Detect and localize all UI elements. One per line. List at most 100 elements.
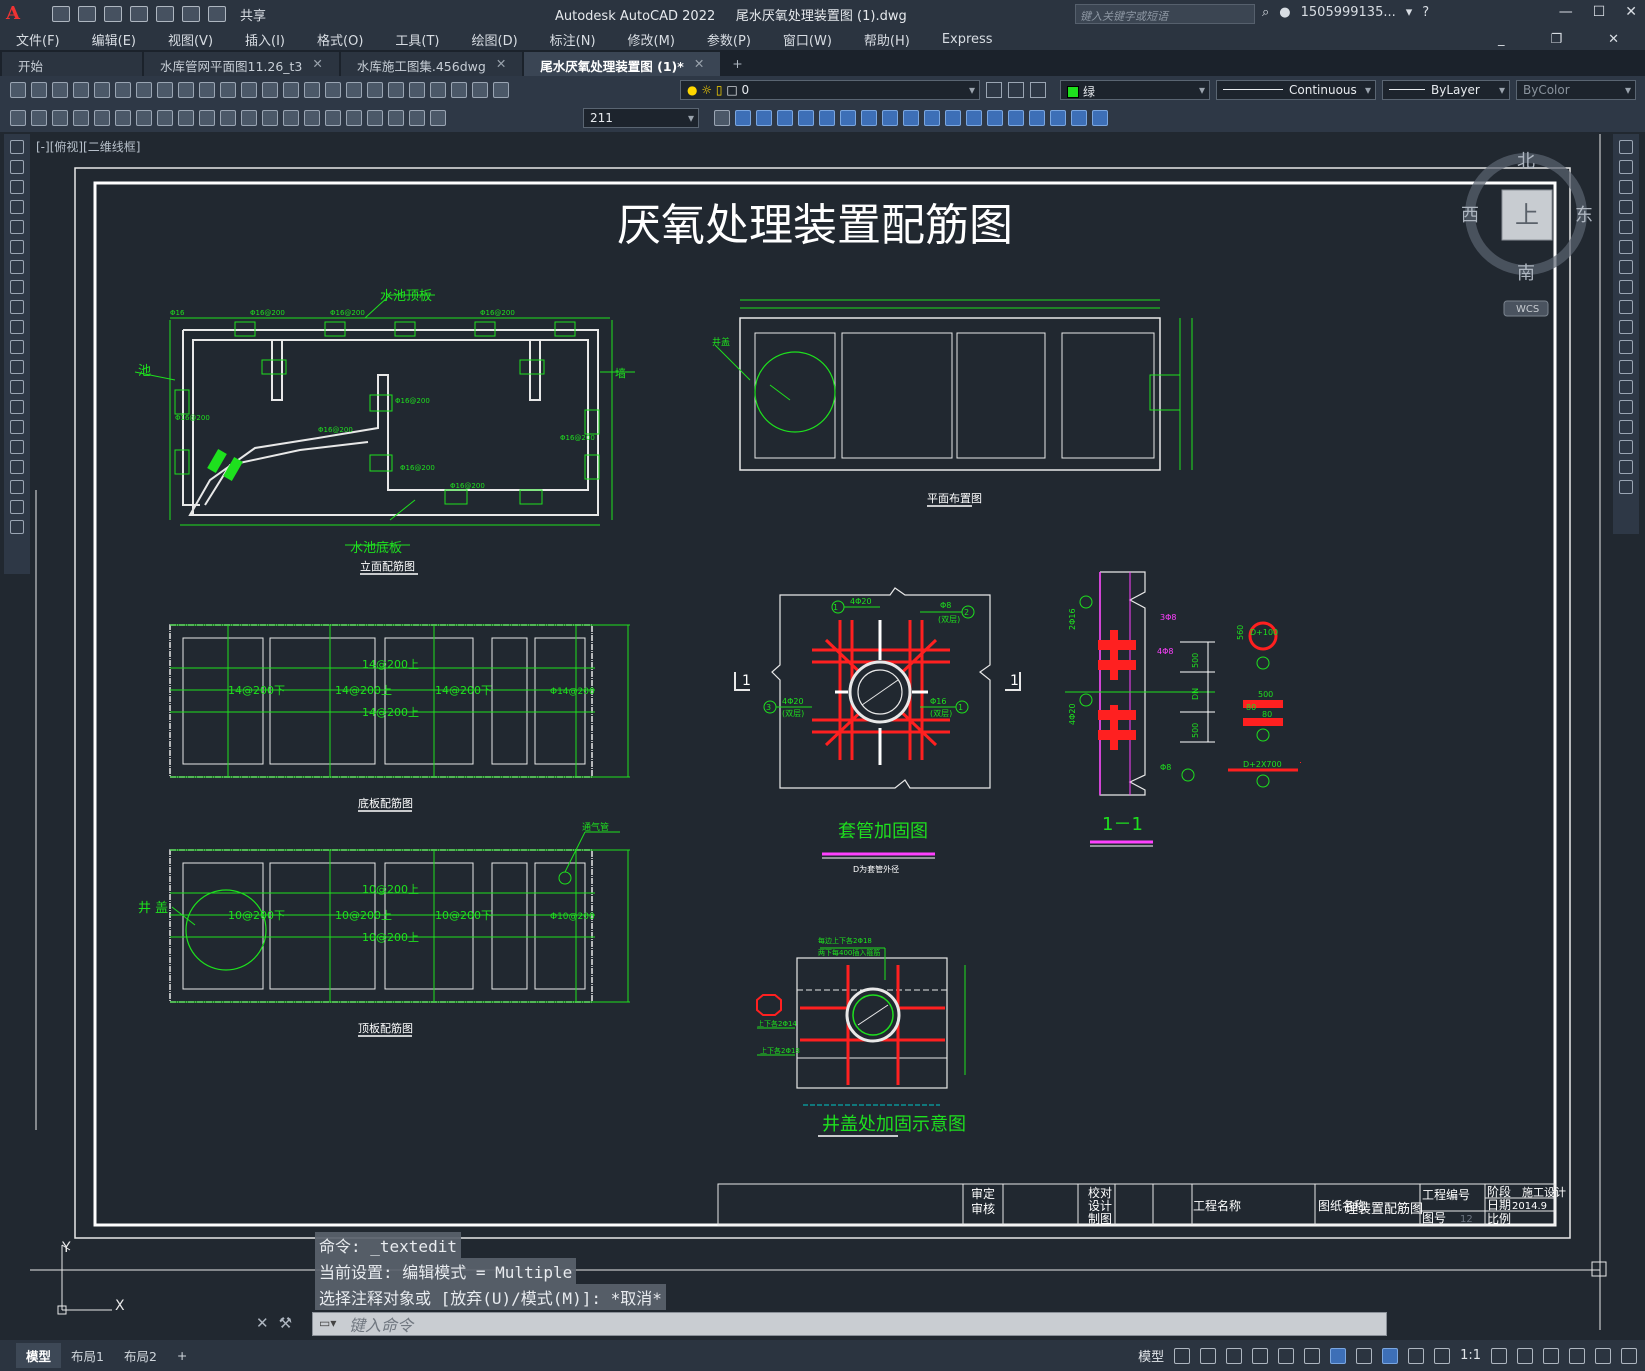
plot-icon[interactable]	[156, 6, 174, 22]
close-command-line-icon[interactable]: ✕	[256, 1314, 269, 1332]
dim-break-icon[interactable]	[283, 110, 299, 126]
publish-icon[interactable]	[115, 82, 131, 98]
doc-restore-icon[interactable]: ❐	[1534, 32, 1578, 47]
tab-close-icon[interactable]: ✕	[496, 56, 506, 76]
search-icon[interactable]: ⌕	[1262, 5, 1269, 20]
break-icon[interactable]	[1619, 380, 1633, 394]
extend-icon[interactable]	[1619, 340, 1633, 354]
units-icon[interactable]	[1543, 1347, 1559, 1364]
zoom-window-icon[interactable]	[304, 82, 320, 98]
jogged-linear-icon[interactable]	[367, 110, 383, 126]
spline-icon[interactable]	[10, 300, 24, 314]
tab-document-active[interactable]: 尾水厌氧处理装置图 (1)* ✕	[524, 52, 721, 76]
orbit-icon[interactable]	[798, 110, 814, 126]
menu-parametric[interactable]: 参数(P)	[691, 30, 767, 49]
help-button[interactable]: ?	[1422, 5, 1429, 20]
customize-icon[interactable]: ⚒	[279, 1314, 292, 1332]
layer-previous-icon[interactable]	[1008, 82, 1024, 98]
trim-icon[interactable]	[1619, 320, 1633, 334]
dimstyle-dropdown[interactable]: 211	[583, 108, 699, 128]
polar-icon[interactable]	[1252, 1347, 1269, 1364]
view-icon[interactable]	[735, 110, 751, 126]
revision-cloud-icon[interactable]	[10, 280, 24, 294]
arc-length-icon[interactable]	[73, 110, 89, 126]
view-icon[interactable]	[756, 110, 772, 126]
visual-style-icon[interactable]	[903, 110, 919, 126]
make-block-icon[interactable]	[10, 380, 24, 394]
user-name[interactable]: 1505999135...	[1301, 5, 1396, 20]
auto-scale-icon[interactable]	[1408, 1347, 1425, 1364]
layout-tab[interactable]: 布局2	[114, 1343, 167, 1368]
workspace-gear-icon[interactable]	[1491, 1347, 1507, 1364]
insert-block-icon[interactable]	[10, 360, 24, 374]
ellipse-arc-icon[interactable]	[10, 340, 24, 354]
isodraft-icon[interactable]	[1278, 1347, 1295, 1364]
rectangle-icon[interactable]	[10, 220, 24, 234]
share-button[interactable]: 共享	[240, 5, 266, 24]
menu-view[interactable]: 视图(V)	[152, 30, 229, 49]
aligned-dim-icon[interactable]	[52, 110, 68, 126]
quick-properties-icon[interactable]	[1569, 1347, 1585, 1364]
undo-icon[interactable]	[182, 6, 200, 22]
quick-dimension-icon[interactable]	[199, 110, 215, 126]
angular-icon[interactable]	[178, 110, 194, 126]
diameter-icon[interactable]	[157, 110, 173, 126]
print-icon[interactable]	[73, 82, 89, 98]
chamfer-icon[interactable]	[1619, 420, 1633, 434]
gradient-icon[interactable]	[10, 440, 24, 454]
menu-help[interactable]: 帮助(H)	[848, 30, 926, 49]
quick-dim-icon[interactable]	[10, 110, 26, 126]
view-icon[interactable]	[777, 110, 793, 126]
ucs-icon[interactable]	[1050, 110, 1066, 126]
scale-icon[interactable]	[1619, 280, 1633, 294]
new-tab-button[interactable]: +	[722, 52, 752, 76]
model-space-button[interactable]: 模型	[1138, 1346, 1164, 1365]
viewcube[interactable]: 上 北 南 东 西 WCS	[1460, 148, 1596, 318]
ellipse-icon[interactable]	[10, 320, 24, 334]
autocad-logo-icon[interactable]: A	[6, 3, 32, 25]
save-icon[interactable]	[52, 82, 68, 98]
help-icon[interactable]	[472, 82, 488, 98]
ortho-icon[interactable]	[1226, 1347, 1243, 1364]
snap-icon[interactable]	[1200, 1347, 1217, 1364]
viewcube-north[interactable]: 北	[1517, 151, 1535, 172]
viewcube-west[interactable]: 西	[1461, 205, 1479, 226]
object-snap-icon[interactable]	[1330, 1347, 1347, 1364]
inspection-icon[interactable]	[346, 110, 362, 126]
redo-icon[interactable]	[208, 6, 226, 22]
explode-icon[interactable]	[1619, 480, 1633, 494]
ucs-icon[interactable]	[1071, 110, 1087, 126]
add-selected-icon[interactable]	[10, 520, 24, 534]
construction-line-icon[interactable]	[10, 160, 24, 174]
redo-icon[interactable]	[241, 82, 257, 98]
jogged-icon[interactable]	[136, 110, 152, 126]
center-mark-icon[interactable]	[325, 110, 341, 126]
line-icon[interactable]	[10, 140, 24, 154]
lineweight-dropdown[interactable]: ByLayer	[1382, 80, 1510, 100]
match-properties-icon[interactable]	[199, 82, 215, 98]
new-icon[interactable]	[10, 82, 26, 98]
zoom-previous-icon[interactable]	[325, 82, 341, 98]
ucs-icon[interactable]	[1092, 110, 1108, 126]
layout-tab-model[interactable]: 模型	[16, 1343, 62, 1368]
cut-icon[interactable]	[136, 82, 152, 98]
menu-express[interactable]: Express	[926, 32, 1009, 47]
copy-icon[interactable]	[157, 82, 173, 98]
layer-properties-icon[interactable]	[493, 82, 509, 98]
layout-tab[interactable]: 布局1	[61, 1343, 114, 1368]
menu-modify[interactable]: 修改(M)	[612, 30, 691, 49]
tool-palettes-icon[interactable]	[388, 82, 404, 98]
tab-document[interactable]: 水库施工图集.456dwg ✕	[340, 52, 523, 76]
doc-close-icon[interactable]: ✕	[1592, 32, 1635, 47]
render-icon[interactable]	[987, 110, 1003, 126]
ordinate-icon[interactable]	[94, 110, 110, 126]
maximize-icon[interactable]: ☐	[1593, 4, 1606, 20]
zoom-realtime-icon[interactable]	[283, 82, 299, 98]
orbit-icon[interactable]	[840, 110, 856, 126]
move-icon[interactable]	[1619, 240, 1633, 254]
annotation-scale-value[interactable]: 1:1	[1460, 1348, 1481, 1363]
doc-minimize-icon[interactable]: _	[1482, 32, 1521, 47]
menu-window[interactable]: 窗口(W)	[767, 30, 848, 49]
cart-icon[interactable]: ▾	[1406, 5, 1413, 20]
markup-icon[interactable]	[430, 82, 446, 98]
